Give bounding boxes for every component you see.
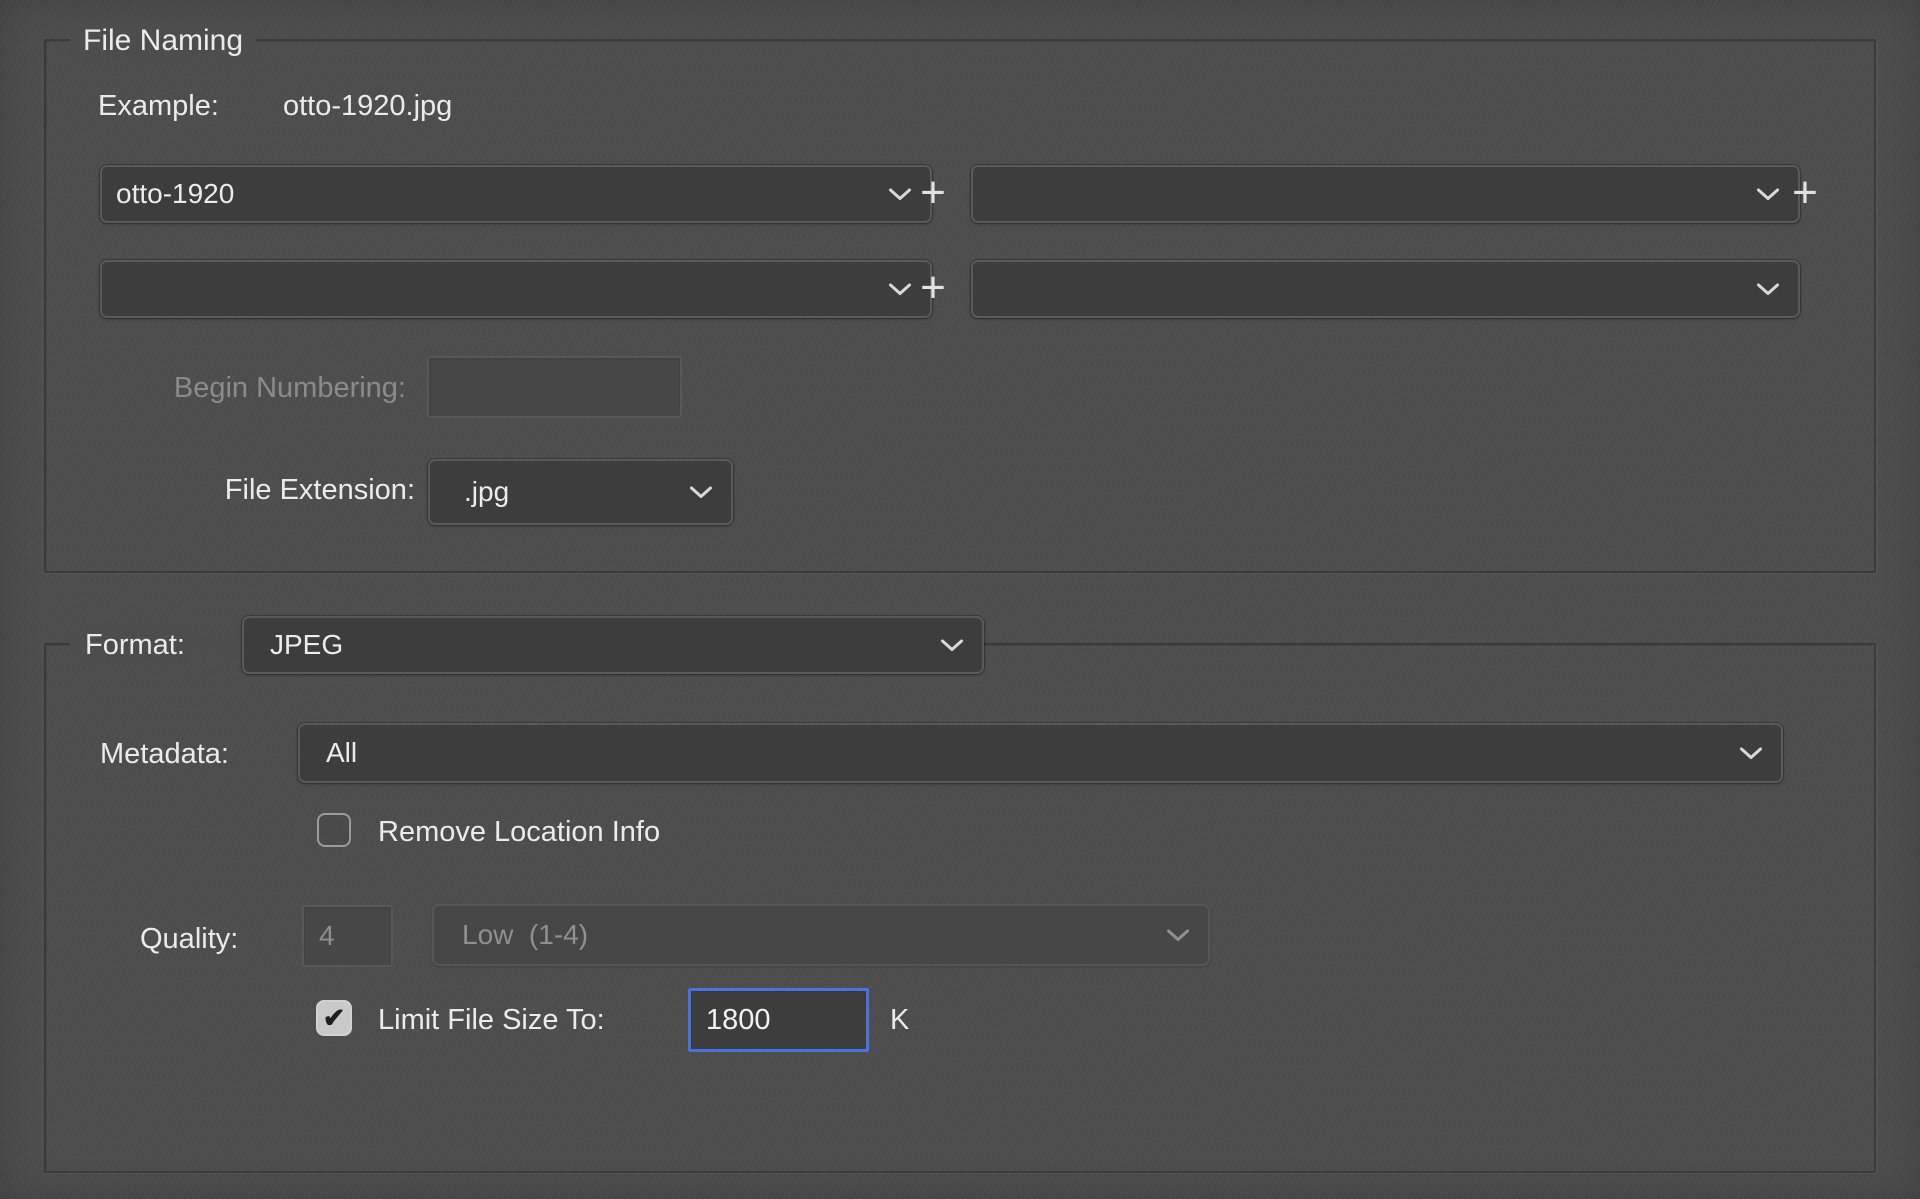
quality-preset-value: Low (1-4)	[462, 919, 1166, 951]
filename-token-dropdown-3[interactable]	[100, 260, 932, 318]
chevron-down-icon	[1166, 929, 1190, 942]
export-options-panel: File Naming Example: otto-1920.jpg otto-…	[0, 0, 1920, 1199]
metadata-label: Metadata:	[100, 738, 229, 770]
plus-separator-3: +	[918, 264, 948, 312]
filename-token-1-value: otto-1920	[116, 178, 888, 210]
format-dropdown[interactable]: JPEG	[242, 616, 984, 674]
chevron-down-icon	[888, 188, 912, 201]
example-label: Example:	[98, 90, 219, 122]
quality-label: Quality:	[140, 923, 238, 955]
metadata-value: All	[326, 737, 1739, 769]
chevron-down-icon	[1756, 188, 1780, 201]
limit-file-size-input[interactable]	[688, 988, 869, 1052]
chevron-down-icon	[940, 639, 964, 652]
chevron-down-icon	[1739, 747, 1763, 760]
chevron-down-icon	[1756, 283, 1780, 296]
format-label: Format:	[85, 629, 191, 661]
metadata-dropdown[interactable]: All	[298, 723, 1783, 783]
checkmark-icon: ✔	[323, 1003, 346, 1034]
begin-numbering-label: Begin Numbering:	[100, 372, 406, 404]
filename-token-dropdown-1[interactable]: otto-1920	[100, 165, 932, 223]
example-filename-value: otto-1920.jpg	[283, 90, 452, 122]
format-value: JPEG	[270, 629, 940, 661]
filename-token-dropdown-4[interactable]	[971, 260, 1800, 318]
plus-separator-1: +	[918, 169, 948, 217]
file-extension-label: File Extension:	[134, 474, 415, 506]
chevron-down-icon	[888, 283, 912, 296]
chevron-down-icon	[689, 486, 713, 499]
limit-file-size-unit: K	[890, 1004, 909, 1036]
limit-file-size-checkbox[interactable]: ✔	[316, 1000, 352, 1036]
begin-numbering-input[interactable]	[427, 356, 682, 418]
quality-preset-dropdown[interactable]: Low (1-4)	[432, 904, 1210, 966]
remove-location-label: Remove Location Info	[378, 816, 660, 848]
remove-location-checkbox[interactable]	[317, 813, 351, 847]
file-extension-value: .jpg	[464, 476, 689, 508]
plus-separator-2: +	[1790, 169, 1820, 217]
quality-value-input[interactable]	[302, 905, 393, 967]
limit-file-size-label: Limit File Size To:	[378, 1004, 605, 1036]
filename-token-dropdown-2[interactable]	[971, 165, 1800, 223]
file-extension-dropdown[interactable]: .jpg	[428, 459, 733, 525]
file-naming-legend: File Naming	[70, 23, 256, 59]
